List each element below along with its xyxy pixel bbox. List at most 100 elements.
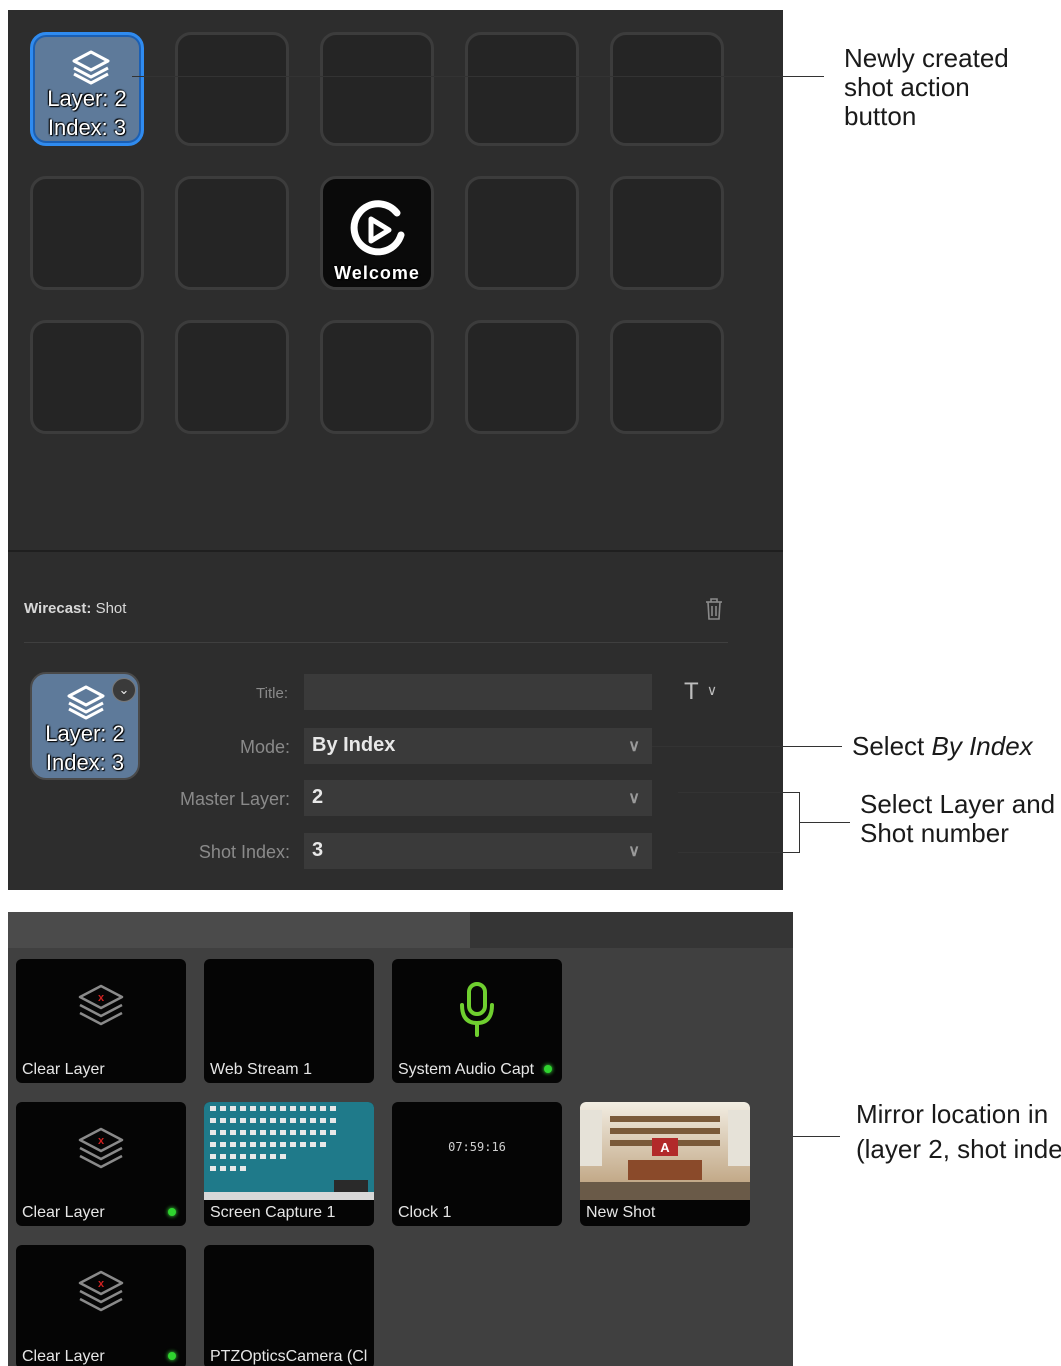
inspector-separator bbox=[24, 642, 728, 643]
empty-key[interactable] bbox=[465, 32, 579, 146]
shot-web-stream[interactable]: Web Stream 1 bbox=[204, 959, 374, 1083]
shot-new-shot[interactable]: A New Shot bbox=[580, 1102, 750, 1226]
svg-text:x: x bbox=[98, 1278, 105, 1290]
mode-label: Mode: bbox=[239, 737, 290, 757]
svg-text:A: A bbox=[660, 1140, 670, 1155]
empty-key[interactable] bbox=[30, 176, 144, 290]
chevron-down-icon: ∨ bbox=[628, 790, 640, 807]
shot-label: New Shot bbox=[586, 1204, 656, 1221]
shot-system-audio[interactable]: System Audio Capt bbox=[392, 959, 562, 1083]
microphone-icon bbox=[460, 982, 494, 1037]
action-title: Wirecast: Shot bbox=[24, 600, 126, 617]
key-layer2-index3[interactable]: Layer: 2 Index: 3 bbox=[30, 32, 144, 146]
shot-clear-layer[interactable]: x Clear Layer bbox=[16, 959, 186, 1083]
shot-label: Clear Layer bbox=[22, 1348, 105, 1365]
layers-icon bbox=[67, 685, 105, 720]
annotation-text: Select bbox=[852, 731, 932, 761]
panel-divider bbox=[8, 550, 783, 552]
annotation-line: Shot number bbox=[860, 818, 1009, 848]
annotation-line: Select Layer and bbox=[860, 789, 1056, 819]
empty-key[interactable] bbox=[175, 176, 289, 290]
layers-icon bbox=[72, 50, 110, 85]
callout-line bbox=[652, 746, 842, 747]
key-line2: Index: 3 bbox=[47, 115, 127, 140]
clear-layer-icon: x bbox=[78, 984, 124, 1026]
clear-layer-icon: x bbox=[78, 1127, 124, 1169]
shot-label: Clear Layer bbox=[22, 1061, 105, 1078]
empty-key[interactable] bbox=[610, 32, 724, 146]
plugin-name: Wirecast: bbox=[24, 600, 92, 617]
elgato-logo-icon bbox=[350, 200, 405, 256]
stream-deck-panel: Layer: 2 Index: 3 Welcome Wirecast: Shot bbox=[8, 10, 783, 890]
wirecast-shot-grid: x Clear Layer Web Stream 1 System Audio … bbox=[8, 912, 793, 1366]
empty-key[interactable] bbox=[610, 320, 724, 434]
annotation-select-by-index: Select By Index bbox=[852, 732, 1033, 761]
key-welcome-label: Welcome bbox=[334, 263, 420, 283]
shot-clock[interactable]: 07:59:16 Clock 1 bbox=[392, 1102, 562, 1226]
screen-thumbnail bbox=[204, 1102, 374, 1200]
shot-label: PTZOpticsCamera (Cl bbox=[210, 1348, 368, 1365]
shot-ptz-camera[interactable]: PTZOpticsCamera (Cl bbox=[204, 1245, 374, 1366]
shot-index-label: Shot Index: bbox=[198, 842, 290, 862]
shot-screen-capture[interactable]: Screen Capture 1 bbox=[204, 1102, 374, 1226]
action-name: Shot bbox=[95, 600, 127, 617]
layer-tab[interactable] bbox=[470, 912, 793, 948]
master-layer-label: Master Layer: bbox=[179, 789, 290, 809]
title-label: Title: bbox=[256, 685, 288, 702]
annotation-emphasis: By Index bbox=[931, 731, 1033, 761]
key-preview[interactable]: Layer: 2 Index: 3 ⌄ bbox=[30, 672, 140, 780]
shot-label: Web Stream 1 bbox=[210, 1061, 312, 1078]
key-line1: Layer: 2 bbox=[47, 86, 127, 111]
annotation-line: shot action bbox=[844, 72, 970, 102]
master-layer-select[interactable]: 2 ∨ bbox=[304, 780, 652, 816]
chevron-down-icon: ∨ bbox=[706, 682, 718, 698]
clear-layer-icon: x bbox=[78, 1270, 124, 1312]
empty-key[interactable] bbox=[320, 320, 434, 434]
shot-label: Clock 1 bbox=[398, 1204, 452, 1221]
studio-thumbnail: A bbox=[580, 1102, 750, 1200]
annotation-line: Mirror location in bbox=[856, 1099, 1049, 1129]
empty-key[interactable] bbox=[30, 320, 144, 434]
shot-clear-layer[interactable]: x Clear Layer bbox=[16, 1245, 186, 1366]
key-welcome[interactable]: Welcome bbox=[320, 176, 434, 290]
svg-text:x: x bbox=[98, 1135, 105, 1147]
callout-line bbox=[678, 852, 800, 853]
empty-key[interactable] bbox=[465, 320, 579, 434]
empty-key[interactable] bbox=[465, 176, 579, 290]
text-format-button[interactable]: T ∨ bbox=[684, 678, 718, 706]
callout-line bbox=[132, 76, 824, 77]
clock-readout: 07:59:16 bbox=[448, 1140, 506, 1154]
live-indicator bbox=[168, 1208, 176, 1216]
chevron-down-icon: ∨ bbox=[628, 738, 640, 755]
layer-tab[interactable] bbox=[8, 912, 470, 948]
annotation-newly-created: Newly created shot action button bbox=[844, 44, 1009, 131]
text-font-icon: T bbox=[684, 678, 699, 705]
callout-line bbox=[800, 822, 850, 823]
shot-index-value: 3 bbox=[312, 839, 324, 861]
empty-key[interactable] bbox=[175, 320, 289, 434]
svg-text:x: x bbox=[98, 992, 105, 1004]
mode-value: By Index bbox=[312, 734, 396, 756]
empty-key[interactable] bbox=[610, 176, 724, 290]
master-layer-value: 2 bbox=[312, 786, 324, 808]
annotation-line: (layer 2, shot inde bbox=[856, 1134, 1061, 1164]
annotation-line: button bbox=[844, 101, 917, 131]
title-input[interactable] bbox=[304, 674, 652, 710]
chevron-down-icon: ∨ bbox=[628, 843, 640, 860]
shot-index-select[interactable]: 3 ∨ bbox=[304, 833, 652, 869]
live-indicator bbox=[168, 1352, 176, 1360]
shot-clear-layer[interactable]: x Clear Layer bbox=[16, 1102, 186, 1226]
trash-icon[interactable] bbox=[704, 597, 724, 621]
live-indicator bbox=[544, 1065, 552, 1073]
shot-label: Screen Capture 1 bbox=[210, 1204, 336, 1221]
preview-line1: Layer: 2 bbox=[45, 721, 125, 746]
preview-line2: Index: 3 bbox=[45, 750, 125, 775]
annotation-mirror: Mirror location in (layer 2, shot inde bbox=[856, 1100, 1061, 1164]
empty-key[interactable] bbox=[175, 32, 289, 146]
shot-label: Clear Layer bbox=[22, 1204, 105, 1221]
mode-select[interactable]: By Index ∨ bbox=[304, 728, 652, 764]
callout-line bbox=[678, 792, 800, 793]
empty-key[interactable] bbox=[320, 32, 434, 146]
shot-label: System Audio Capt bbox=[398, 1061, 535, 1078]
annotation-select-layer: Select Layer and Shot number bbox=[860, 790, 1055, 848]
